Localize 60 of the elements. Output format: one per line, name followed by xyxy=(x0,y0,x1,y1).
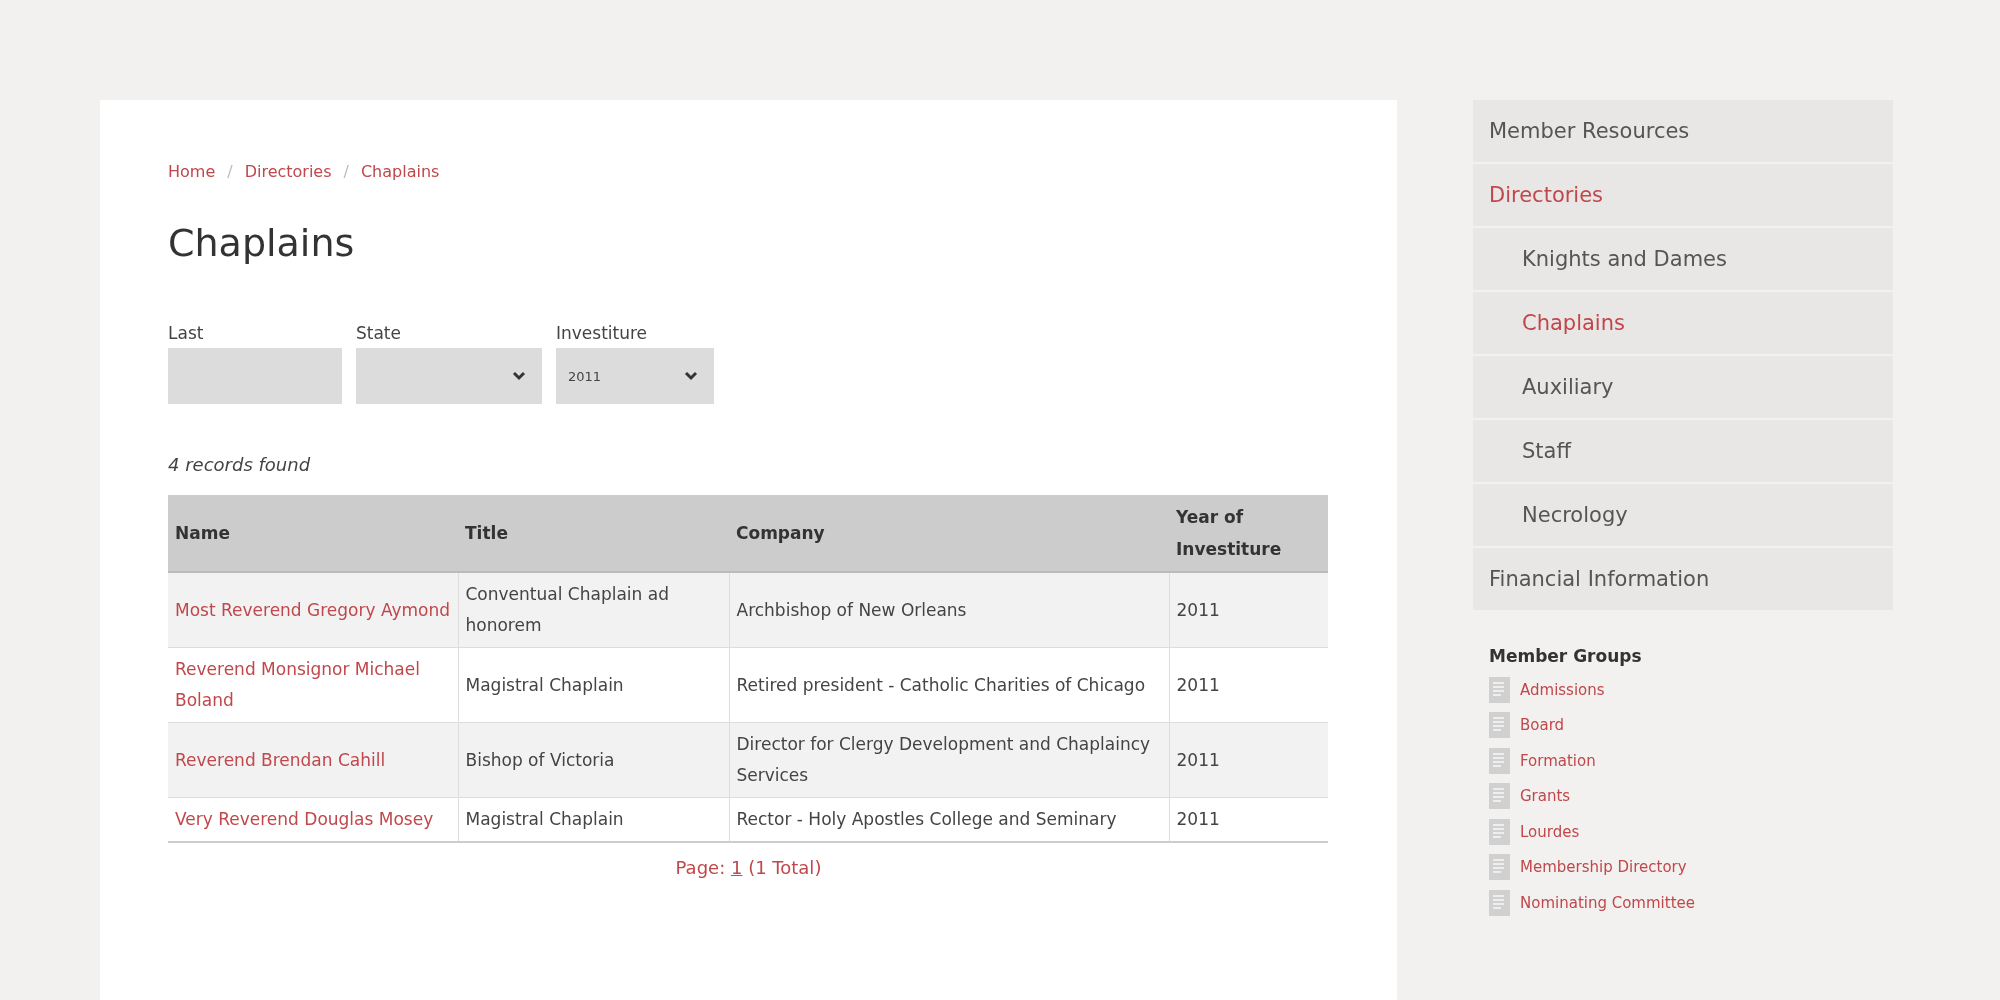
column-header: Name xyxy=(168,495,458,572)
name-link[interactable]: Most Reverend Gregory Aymond xyxy=(175,594,451,626)
name-link[interactable]: Reverend Monsignor Michael Boland xyxy=(175,654,451,716)
sidebar-link[interactable]: Financial Information xyxy=(1473,548,1893,610)
column-header: Title xyxy=(458,495,729,572)
document-icon xyxy=(1489,783,1510,810)
sidebar-link[interactable]: Knights and Dames xyxy=(1473,228,1893,290)
page-link[interactable]: 1 xyxy=(730,857,743,878)
field-label: Last xyxy=(168,323,205,343)
group-link[interactable]: Lourdes xyxy=(1520,822,1580,841)
sidebar-link[interactable]: Directories xyxy=(1473,164,1893,226)
table-cell: 2011 xyxy=(1169,572,1328,648)
breadcrumb-link[interactable]: Chaplains xyxy=(360,162,440,181)
field-label: State xyxy=(356,323,402,343)
select-field[interactable] xyxy=(356,348,542,404)
text-field[interactable] xyxy=(168,348,342,404)
sidebar-link[interactable]: Member Resources xyxy=(1473,100,1893,162)
table-cell: Bishop of Victoria xyxy=(458,722,729,798)
table-cell: 2011 xyxy=(1169,647,1328,723)
sidebar-link[interactable]: Staff xyxy=(1473,420,1893,482)
field-label: Investiture xyxy=(556,323,649,343)
records-count: 4 records found xyxy=(168,454,312,475)
column-header: Company xyxy=(729,495,1169,572)
name-link[interactable]: Very Reverend Douglas Mosey xyxy=(175,804,451,835)
group-link[interactable]: Nominating Committee xyxy=(1520,893,1695,912)
chevron-down-icon xyxy=(684,371,698,381)
table-cell: Retired president - Catholic Charities of Chicago xyxy=(729,647,1169,723)
sidebar-link[interactable]: Necrology xyxy=(1473,484,1893,546)
sidebar-link[interactable]: Auxiliary xyxy=(1473,356,1893,418)
table-cell: 2011 xyxy=(1169,722,1328,798)
select-field[interactable]: 2011 xyxy=(556,348,714,404)
group-link[interactable]: Formation xyxy=(1520,751,1596,770)
group-link[interactable]: Membership Directory xyxy=(1520,858,1687,877)
document-icon xyxy=(1489,889,1510,916)
document-icon xyxy=(1489,818,1510,845)
breadcrumb-link[interactable]: Home xyxy=(168,162,216,181)
table-cell: Magistral Chaplain xyxy=(458,647,729,723)
pagination: Page: 1 (1 Total) xyxy=(674,857,823,878)
breadcrumb-link[interactable]: Directories xyxy=(244,162,332,181)
group-link[interactable]: Board xyxy=(1520,716,1565,735)
table-cell: Magistral Chaplain xyxy=(458,797,729,842)
page-title: Chaplains xyxy=(168,221,356,265)
breadcrumb-separator: / xyxy=(343,162,349,181)
document-icon xyxy=(1489,854,1510,881)
group-link[interactable]: Grants xyxy=(1520,787,1571,806)
document-icon xyxy=(1489,676,1510,703)
breadcrumb-separator: / xyxy=(227,162,233,181)
section-heading: Member Groups xyxy=(1489,646,1643,666)
table-cell: Rector - Holy Apostles College and Seminary xyxy=(729,797,1169,842)
table-cell: Conventual Chaplain ad honorem xyxy=(458,572,729,648)
table-cell: 2011 xyxy=(1169,797,1328,842)
column-header: Year of Investiture xyxy=(1169,495,1328,572)
document-icon xyxy=(1489,712,1510,739)
table-cell: Director for Clergy Development and Chaplaincy Services xyxy=(729,722,1169,798)
table-cell: Archbishop of New Orleans xyxy=(729,572,1169,648)
name-link[interactable]: Reverend Brendan Cahill xyxy=(175,744,451,776)
group-link[interactable]: Admissions xyxy=(1520,680,1605,699)
chevron-down-icon xyxy=(512,371,526,381)
sidebar-link[interactable]: Chaplains xyxy=(1473,292,1893,354)
document-icon xyxy=(1489,747,1510,774)
